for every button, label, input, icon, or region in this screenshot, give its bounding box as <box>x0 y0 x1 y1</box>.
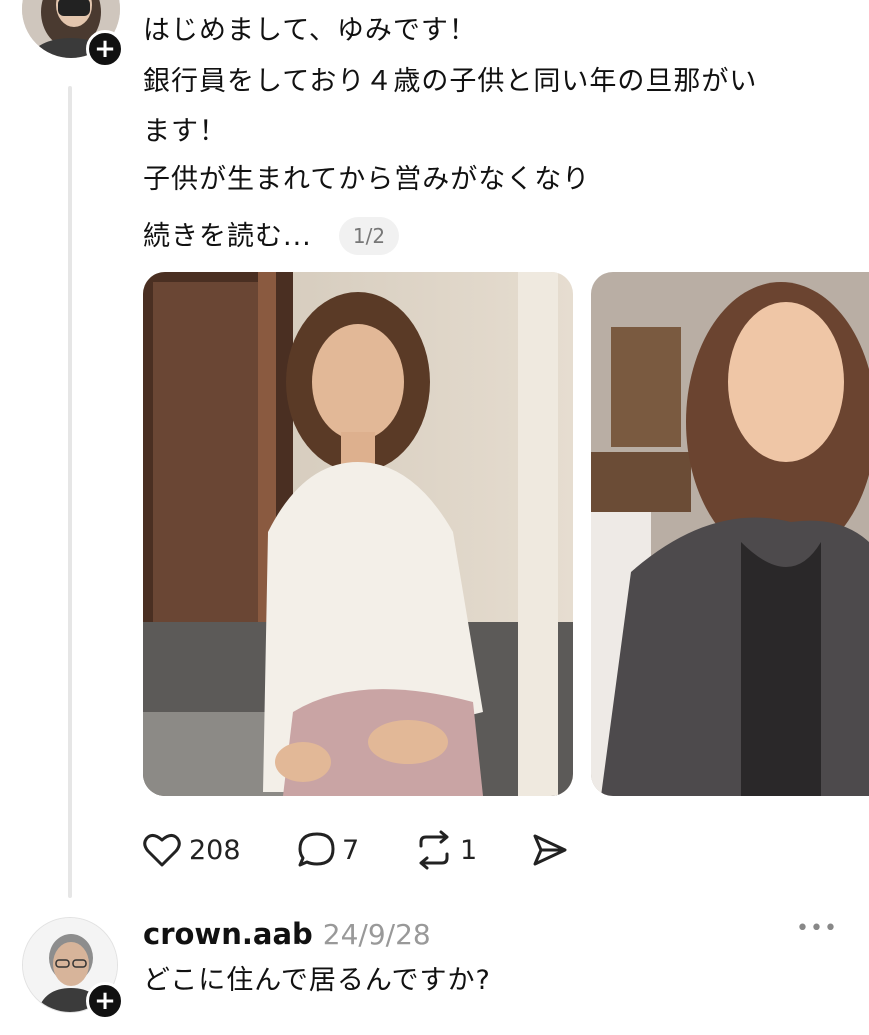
send-icon <box>533 834 567 866</box>
post-text-line-4: 子供が生まれてから営みがなくなり <box>143 164 591 195</box>
photo-1-image <box>143 272 573 796</box>
follow-reply-plus-icon[interactable]: + <box>86 982 124 1020</box>
post-text-line-2: 銀行員をしており４歳の子供と同い年の旦那がい <box>143 66 758 97</box>
share-button[interactable] <box>531 828 569 872</box>
repost-button[interactable]: 1 <box>413 828 477 872</box>
reply-text: どこに住んで居るんですか? <box>143 965 491 996</box>
repost-count: 1 <box>460 834 478 866</box>
thread-line <box>68 86 72 898</box>
post-text-line-1: はじめまして、ゆみです！ <box>143 15 477 46</box>
post-photo-2[interactable] <box>591 272 869 796</box>
heart-icon <box>143 833 181 867</box>
like-button[interactable]: 208 <box>143 828 241 872</box>
repost-icon <box>419 830 449 870</box>
post-text-line-3: ます！ <box>143 116 227 147</box>
more-dots-icon: ••• <box>796 916 838 941</box>
photo-2-image <box>591 272 869 796</box>
reply-date: 24/9/28 <box>322 918 431 951</box>
follow-author-plus-icon[interactable]: + <box>86 30 124 68</box>
like-count: 208 <box>189 834 241 866</box>
read-more-link[interactable]: 続きを読む... <box>143 223 312 250</box>
post-photo-1[interactable] <box>143 272 573 796</box>
comment-button[interactable]: 7 <box>297 828 359 872</box>
more-options-button[interactable]: ••• <box>796 916 840 948</box>
comment-bubble-icon <box>298 832 335 867</box>
reply-username[interactable]: crown.aab <box>143 917 313 951</box>
comment-count: 7 <box>342 834 360 866</box>
reply-header: crown.aab 24/9/28 <box>143 917 431 951</box>
page-indicator-badge: 1/2 <box>339 217 399 255</box>
